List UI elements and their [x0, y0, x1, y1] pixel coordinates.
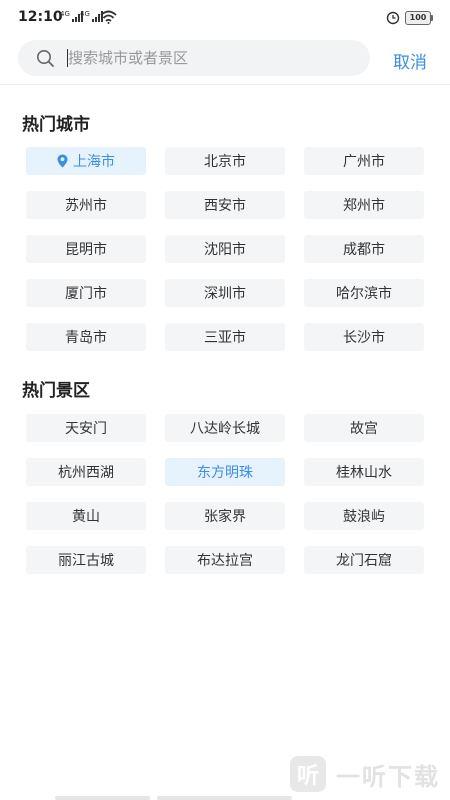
scenic-chip[interactable]: 天安门 [26, 414, 146, 442]
scenic-chip-label: 八达岭长城 [190, 421, 260, 437]
location-pin-icon [57, 154, 68, 168]
city-chip[interactable]: 苏州市 [26, 191, 146, 219]
status-bar: 12:10 4G 4G 100 [0, 0, 450, 34]
hot-scenic-title: 热门景区 [22, 381, 90, 401]
scenic-chip-label: 东方明珠 [197, 465, 253, 481]
scenic-chip-label: 天安门 [65, 421, 107, 437]
city-chip[interactable]: 沈阳市 [165, 235, 285, 263]
city-chip[interactable]: 成都市 [304, 235, 424, 263]
watermark: 听 一听下载 [290, 756, 440, 792]
hot-cities-title: 热门城市 [22, 115, 90, 135]
scenic-chip[interactable]: 东方明珠 [165, 458, 285, 486]
city-chip-label: 郑州市 [343, 198, 385, 214]
search-icon [36, 49, 55, 72]
city-chip-label: 西安市 [204, 198, 246, 214]
scenic-chip[interactable]: 丽江古城 [26, 546, 146, 574]
city-chip[interactable]: 三亚市 [165, 323, 285, 351]
alarm-icon [386, 10, 400, 29]
watermark-logo-icon: 听 [290, 756, 326, 792]
scenic-chip-label: 布达拉宫 [197, 553, 253, 569]
battery-indicator: 100 [405, 11, 433, 25]
scenic-chip[interactable]: 鼓浪屿 [304, 502, 424, 530]
signal-1-label: 4G [60, 10, 70, 18]
city-chip-label: 青岛市 [65, 330, 107, 346]
home-indicator [55, 796, 150, 800]
city-chip[interactable]: 北京市 [165, 147, 285, 175]
scenic-chip-label: 鼓浪屿 [343, 509, 385, 525]
hot-scenic-grid: 天安门 八达岭长城 故宫杭州西湖 东方明珠 桂林山水黄山 张家界 鼓浪屿丽江古城 布达拉宫 龙门… [26, 414, 424, 574]
search-bar[interactable] [18, 40, 370, 76]
city-chip-label: 苏州市 [65, 198, 107, 214]
city-chip-label: 沈阳市 [204, 242, 246, 258]
watermark-text: 一听下载 [336, 762, 440, 791]
signal-2-label: 4G [80, 10, 90, 18]
scenic-chip[interactable]: 杭州西湖 [26, 458, 146, 486]
city-chip[interactable]: 厦门市 [26, 279, 146, 307]
scenic-chip-label: 桂林山水 [336, 465, 392, 481]
scenic-chip-label: 杭州西湖 [58, 465, 114, 481]
status-time: 12:10 [18, 9, 63, 25]
city-chip[interactable]: 西安市 [165, 191, 285, 219]
scenic-chip[interactable]: 黄山 [26, 502, 146, 530]
city-chip-label: 成都市 [343, 242, 385, 258]
scenic-chip[interactable]: 桂林山水 [304, 458, 424, 486]
city-chip-label: 哈尔滨市 [336, 286, 392, 302]
city-chip-label: 广州市 [343, 154, 385, 170]
header-divider [0, 84, 450, 85]
city-chip-label: 北京市 [204, 154, 246, 170]
scenic-chip[interactable]: 张家界 [165, 502, 285, 530]
search-input[interactable] [68, 40, 358, 76]
city-chip-label: 昆明市 [65, 242, 107, 258]
city-chip[interactable]: 哈尔滨市 [304, 279, 424, 307]
scenic-chip-label: 丽江古城 [58, 553, 114, 569]
city-chip[interactable]: 青岛市 [26, 323, 146, 351]
city-chip[interactable]: 昆明市 [26, 235, 146, 263]
scenic-chip[interactable]: 八达岭长城 [165, 414, 285, 442]
scenic-chip-label: 张家界 [204, 509, 246, 525]
city-chip-label: 深圳市 [204, 286, 246, 302]
wifi-icon [100, 9, 117, 28]
scenic-chip[interactable]: 龙门石窟 [304, 546, 424, 574]
city-chip[interactable]: 广州市 [304, 147, 424, 175]
city-chip[interactable]: 郑州市 [304, 191, 424, 219]
cancel-button[interactable]: 取消 [393, 48, 427, 73]
hot-cities-grid: 上海市 北京市 广州市苏州市 西安市 郑州市昆明市 沈阳市 成都市厦门市 深圳市 哈尔滨市青岛市… [26, 147, 424, 351]
city-chip-label: 长沙市 [343, 330, 385, 346]
scenic-chip-label: 黄山 [72, 509, 100, 525]
city-chip[interactable]: 长沙市 [304, 323, 424, 351]
scenic-chip[interactable]: 故宫 [304, 414, 424, 442]
city-chip-label: 上海市 [73, 154, 115, 170]
scenic-chip-label: 故宫 [350, 421, 378, 437]
city-chip-label: 三亚市 [204, 330, 246, 346]
scenic-chip[interactable]: 布达拉宫 [165, 546, 285, 574]
city-chip-label: 厦门市 [65, 286, 107, 302]
scenic-chip-label: 龙门石窟 [336, 553, 392, 569]
city-chip[interactable]: 深圳市 [165, 279, 285, 307]
home-indicator [157, 796, 292, 800]
city-chip[interactable]: 上海市 [26, 147, 146, 175]
